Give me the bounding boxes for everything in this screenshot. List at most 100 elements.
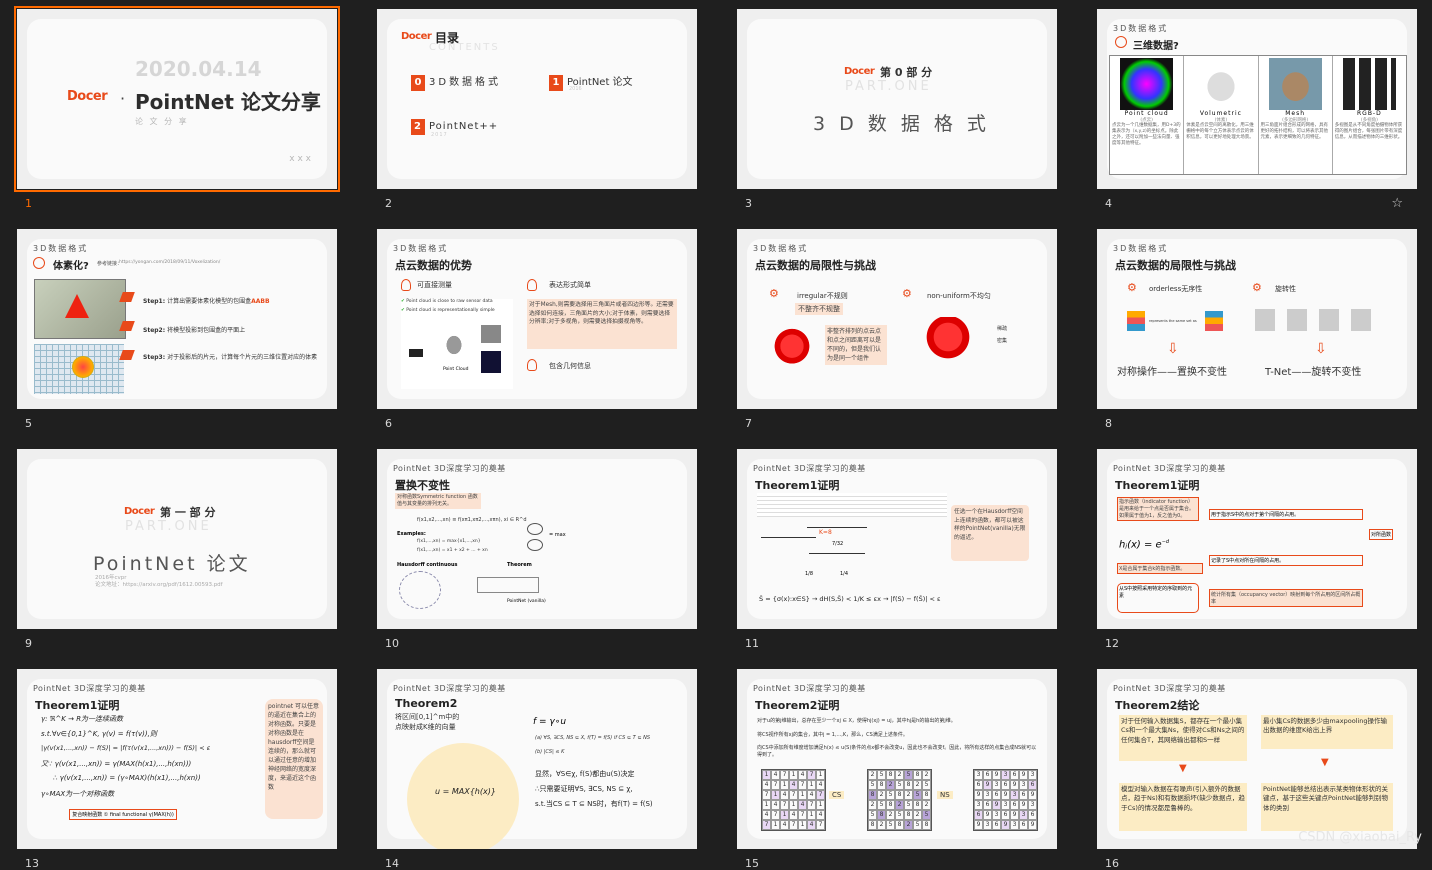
grid-cell: 2 <box>922 770 931 780</box>
grid-cell: 6 <box>1028 810 1037 820</box>
grid-cell: 4 <box>780 790 789 800</box>
step-2: Step2: 将模型投影到包围盒的平面上 <box>143 325 245 334</box>
grid-cell: 4 <box>762 810 771 820</box>
grid-cell: 4 <box>771 800 780 810</box>
k-label: K=8 <box>819 529 832 536</box>
slide-thumbnail-13[interactable]: PointNet 3D深度学习的奠基 Theorem1证明 γ: ℜ^K → R… <box>17 669 337 870</box>
proof-text-1: 对于u的第j维输出，总存在至少一个xj ∈ X，使得hj(xj) = uj，其中… <box>757 718 956 724</box>
slide-thumbnail-12[interactable]: PointNet 3D深度学习的奠基 Theorem1证明 指示函数（indic… <box>1097 449 1417 650</box>
slide-number: 8 <box>1105 417 1112 430</box>
slide-15[interactable]: PointNet 3D深度学习的奠基 Theorem2证明 对于u的第j维输出，… <box>737 669 1057 849</box>
grid-cell: 6 <box>1001 780 1010 790</box>
grid-cell: 6 <box>1028 780 1037 790</box>
grid-cell: 8 <box>904 780 913 790</box>
occupancy-note: 用于指示S中的点对于第个间隔的占用。 <box>1209 509 1363 520</box>
slide-thumbnail-5[interactable]: 3D数据格式 体素化? 参考链接： https://yongan.com/201… <box>17 229 337 430</box>
section-label: PointNet 3D深度学习的奠基 <box>753 464 866 473</box>
grid-cell: 4 <box>807 790 816 800</box>
slide-thumbnail-14[interactable]: PointNet 3D深度学习的奠基 Theorem2 将区间[0,1]^m中的… <box>377 669 697 870</box>
grid-cell: 1 <box>807 780 816 790</box>
slide-number: 12 <box>1105 637 1119 650</box>
grid-cell: 4 <box>789 780 798 790</box>
slide-thumbnail-16[interactable]: PointNet 3D深度学习的奠基 Theorem2结论 对于任何输入数据集S… <box>1097 669 1417 870</box>
cs-label: CS <box>829 791 845 799</box>
grid-cell: 5 <box>895 780 904 790</box>
slide-title: 三维数据? <box>1133 41 1179 52</box>
slide-7[interactable]: 3D数据格式 点云数据的局限性与挑战 ⚙ irregular不规则 不整齐不规整… <box>737 229 1057 409</box>
slide-background <box>27 459 327 619</box>
docer-logo: Docer <box>67 89 108 104</box>
toc-item-1: 1 PointNet 论文 2016 <box>549 73 633 92</box>
slide-11[interactable]: PointNet 3D深度学习的奠基 Theorem1证明 K=8 7/32 1… <box>737 449 1057 629</box>
format-column: Mesh (多边形网格) 用三角面片组合形成的网格，具有更好的拓扑结构，可以将表… <box>1259 56 1333 174</box>
slide-4[interactable]: 3D数据格式 三维数据? Point cloud (点云) 点云为一个几维数据集… <box>1097 9 1417 189</box>
paper-link[interactable]: 论文地址：https://arxiv.org/pdf/1612.00593.pd… <box>95 580 223 588</box>
grid-cell: 8 <box>877 810 886 820</box>
grid-cell: 9 <box>974 790 983 800</box>
grid-cell: 7 <box>771 810 780 820</box>
slide-2[interactable]: Docer 目录 CONTENTS 0 3D数据格式 1 PointNet 论文 2… <box>377 9 697 189</box>
slide-16[interactable]: PointNet 3D深度学习的奠基 Theorem2结论 对于任何输入数据集S… <box>1097 669 1417 849</box>
toc-label: PointNet++ <box>429 121 499 132</box>
grid-cell: 6 <box>983 800 992 810</box>
section-label: PointNet 3D深度学习的奠基 <box>1113 684 1226 693</box>
slide-thumbnail-6[interactable]: 3D数据格式 点云数据的优势 可直接测量 表达形式简单 ✔ Point clou… <box>377 229 697 430</box>
slide-5[interactable]: 3D数据格式 体素化? 参考链接： https://yongan.com/201… <box>17 229 337 409</box>
slide-thumbnail-7[interactable]: 3D数据格式 点云数据的局限性与挑战 ⚙ irregular不规则 不整齐不规整… <box>737 229 1057 430</box>
grid-cell: 3 <box>974 800 983 810</box>
grid-cell: 5 <box>913 820 922 830</box>
slide-8[interactable]: 3D数据格式 点云数据的局限性与挑战 ⚙ orderless无序性 ⚙ 旋转性 … <box>1097 229 1417 409</box>
mapping-circle <box>407 743 519 849</box>
section-label: PointNet 3D深度学习的奠基 <box>753 684 866 693</box>
slide-thumbnail-2[interactable]: Docer 目录 CONTENTS 0 3D数据格式 1 PointNet 论文 2… <box>377 9 697 210</box>
slide-1[interactable]: 2020.04.14 Docer · PointNet 论文分享 论 文 分 享… <box>14 6 340 192</box>
slide-thumbnail-3[interactable]: Docer 第 0 部 分 PART.ONE 3 D 数 据 格 式 3 <box>737 9 1057 210</box>
proof-line-3: |γ(v(x1,...,xn)) − f(S)| = |f(τ(v(x1,...… <box>41 744 211 752</box>
rgbd-image <box>1342 58 1396 110</box>
indicator-note: 指示函数（indicator function）是用来给于一个点是否属于集合。如… <box>1117 497 1199 522</box>
slide-3[interactable]: Docer 第 0 部 分 PART.ONE 3 D 数 据 格 式 <box>737 9 1057 189</box>
slide-12[interactable]: PointNet 3D深度学习的奠基 Theorem1证明 指示函数（indic… <box>1097 449 1417 629</box>
slide-thumbnail-11[interactable]: PointNet 3D深度学习的奠基 Theorem1证明 K=8 7/32 1… <box>737 449 1057 650</box>
grid-cell: 2 <box>895 800 904 810</box>
proof-line-5: ∴ γ(v(x1,...,xn)) = (γ∘MAX)(h(x1),...,h(… <box>53 774 201 782</box>
grid-cell: 4 <box>798 800 807 810</box>
step-1: Step1: 计算出需要体素化模型的包围盒AABB <box>143 296 270 305</box>
slide-6[interactable]: 3D数据格式 点云数据的优势 可直接测量 表达形式简单 ✔ Point clou… <box>377 229 697 409</box>
slide-thumbnail-10[interactable]: PointNet 3D深度学习的奠基 置换不变性 对称函数Symmetric f… <box>377 449 697 650</box>
depth-image <box>481 351 501 373</box>
slide-14[interactable]: PointNet 3D深度学习的奠基 Theorem2 将区间[0,1]^m中的… <box>377 669 697 849</box>
grid-cell: 8 <box>886 770 895 780</box>
star-icon[interactable]: ☆ <box>1391 196 1403 211</box>
part-title: PointNet 论文 <box>93 553 251 575</box>
point-1: 可直接测量 <box>417 281 452 289</box>
red-triangle-shape <box>65 294 89 318</box>
part-label: 第 0 部 分 <box>880 66 933 79</box>
grid-cell: 9 <box>1019 770 1028 780</box>
theorem-formula: S̃ = {σ(x):x∈S} → dH(S,S̃) < 1/K ≤ εx → … <box>759 595 941 603</box>
slide-thumbnail-15[interactable]: PointNet 3D深度学习的奠基 Theorem2证明 对于u的第j维输出，… <box>737 669 1057 870</box>
grid-cell: 4 <box>807 820 816 830</box>
slide-thumbnail-1[interactable]: 2020.04.14 Docer · PointNet 论文分享 论 文 分 享… <box>14 6 340 210</box>
grid-cell: 4 <box>798 770 807 780</box>
slide-9[interactable]: Docer 第 一 部 分 PART.ONE PointNet 论文 2016年… <box>17 449 337 629</box>
slide-thumbnail-8[interactable]: 3D数据格式 点云数据的局限性与挑战 ⚙ orderless无序性 ⚙ 旋转性 … <box>1097 229 1417 430</box>
slide-number: 1 <box>25 197 32 210</box>
grid-cell: 9 <box>1019 800 1028 810</box>
data-formats-table: Point cloud (点云) 点云为一个几维数据集，用D+3的集表示为（x,… <box>1109 55 1407 175</box>
slide-10[interactable]: PointNet 3D深度学习的奠基 置换不变性 对称函数Symmetric f… <box>377 449 697 629</box>
slide-thumbnail-4[interactable]: 3D数据格式 三维数据? Point cloud (点云) 点云为一个几维数据集… <box>1097 9 1417 211</box>
format-column: Volumetric (体素) 体素是点云空间的离散化，用三维栅格中的每个立方体… <box>1184 56 1259 174</box>
step-text: 计算出需要体素化模型的包围盒 <box>167 298 252 305</box>
grid-cell: 5 <box>922 780 931 790</box>
slide-thumbnail-9[interactable]: Docer 第 一 部 分 PART.ONE PointNet 论文 2016年… <box>17 449 337 650</box>
figure-panel: ✔ Point cloud is close to raw sensor dat… <box>401 299 513 389</box>
grid-cell: 1 <box>762 800 771 810</box>
challenge-rotation: 旋转性 <box>1275 285 1296 293</box>
reference-link[interactable]: https://yongan.com/2018/09/11/Voxelizati… <box>119 260 220 265</box>
mesh-bunny-image <box>1268 58 1322 110</box>
slide-13[interactable]: PointNet 3D深度学习的奠基 Theorem1证明 γ: ℜ^K → R… <box>17 669 337 849</box>
slide-number: 11 <box>745 637 759 650</box>
theorem-note: 任选一个在Hausdorff空间上连续的函数，都可以被这样的PointNet(v… <box>951 505 1029 561</box>
representation-note: 对于Mesh,则需要选择用三角面片或者四边形等。还需要选择如何连接，三角面片的大… <box>527 299 677 349</box>
